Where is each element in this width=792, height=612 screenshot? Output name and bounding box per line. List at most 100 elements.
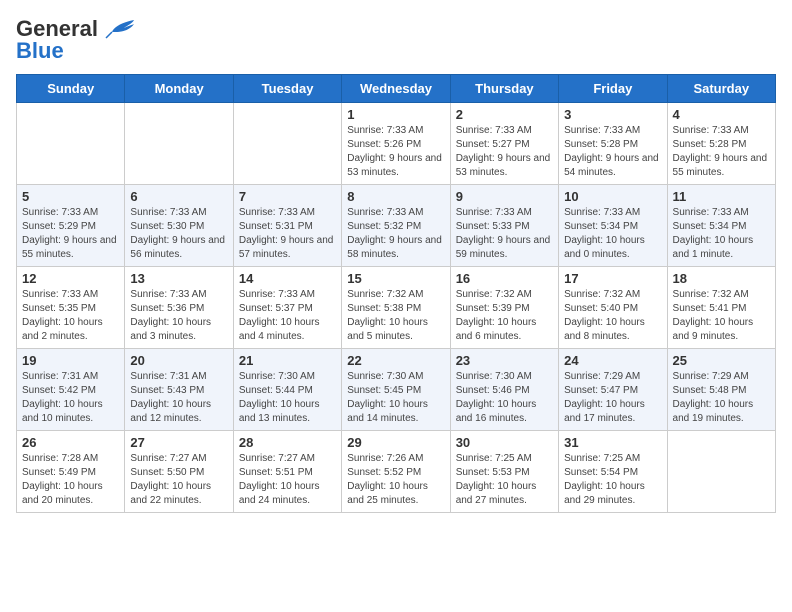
day-number: 1 bbox=[347, 107, 444, 122]
day-info: Sunrise: 7:33 AM Sunset: 5:34 PM Dayligh… bbox=[564, 206, 661, 262]
day-info: Sunrise: 7:33 AM Sunset: 5:30 PM Dayligh… bbox=[130, 206, 227, 262]
day-number: 20 bbox=[130, 353, 227, 368]
day-info: Sunrise: 7:33 AM Sunset: 5:36 PM Dayligh… bbox=[130, 288, 227, 344]
day-info: Sunrise: 7:33 AM Sunset: 5:31 PM Dayligh… bbox=[239, 206, 336, 262]
day-info: Sunrise: 7:33 AM Sunset: 5:26 PM Dayligh… bbox=[347, 124, 444, 180]
day-number: 25 bbox=[673, 353, 770, 368]
day-number: 24 bbox=[564, 353, 661, 368]
logo-bird-icon bbox=[104, 18, 136, 40]
calendar-week-row: 12Sunrise: 7:33 AM Sunset: 5:35 PM Dayli… bbox=[17, 267, 776, 349]
day-info: Sunrise: 7:33 AM Sunset: 5:37 PM Dayligh… bbox=[239, 288, 336, 344]
day-number: 5 bbox=[22, 189, 119, 204]
day-info: Sunrise: 7:30 AM Sunset: 5:46 PM Dayligh… bbox=[456, 370, 553, 426]
calendar-day-14: 14Sunrise: 7:33 AM Sunset: 5:37 PM Dayli… bbox=[233, 267, 341, 349]
weekday-header-sunday: Sunday bbox=[17, 75, 125, 103]
day-info: Sunrise: 7:26 AM Sunset: 5:52 PM Dayligh… bbox=[347, 452, 444, 508]
calendar-day-30: 30 Sunrise: 7:25 AM Sunset: 5:53 PM Dayli… bbox=[450, 431, 558, 513]
day-number: 4 bbox=[673, 107, 770, 122]
calendar-empty-cell bbox=[17, 103, 125, 185]
calendar-day-20: 20 Sunrise: 7:31 AM Sunset: 5:43 PM Dayli… bbox=[125, 349, 233, 431]
calendar-empty-cell bbox=[125, 103, 233, 185]
weekday-header-thursday: Thursday bbox=[450, 75, 558, 103]
day-info: Sunrise: 7:33 AM Sunset: 5:34 PM Dayligh… bbox=[673, 206, 770, 262]
weekday-header-wednesday: Wednesday bbox=[342, 75, 450, 103]
calendar-empty-cell bbox=[667, 431, 775, 513]
day-number: 28 bbox=[239, 435, 336, 450]
calendar-week-row: 5 Sunrise: 7:33 AM Sunset: 5:29 PM Daylig… bbox=[17, 185, 776, 267]
calendar-day-17: 17 Sunrise: 7:32 AM Sunset: 5:40 PM Dayli… bbox=[559, 267, 667, 349]
calendar-day-16: 16 Sunrise: 7:32 AM Sunset: 5:39 PM Dayli… bbox=[450, 267, 558, 349]
day-info: Sunrise: 7:33 AM Sunset: 5:27 PM Dayligh… bbox=[456, 124, 553, 180]
weekday-header-saturday: Saturday bbox=[667, 75, 775, 103]
calendar-empty-cell bbox=[233, 103, 341, 185]
day-number: 22 bbox=[347, 353, 444, 368]
day-number: 19 bbox=[22, 353, 119, 368]
calendar-day-6: 6 Sunrise: 7:33 AM Sunset: 5:30 PM Daylig… bbox=[125, 185, 233, 267]
day-info: Sunrise: 7:25 AM Sunset: 5:53 PM Dayligh… bbox=[456, 452, 553, 508]
day-number: 9 bbox=[456, 189, 553, 204]
calendar-day-10: 10 Sunrise: 7:33 AM Sunset: 5:34 PM Dayli… bbox=[559, 185, 667, 267]
logo-blue-text: Blue bbox=[16, 38, 64, 64]
day-number: 10 bbox=[564, 189, 661, 204]
day-number: 23 bbox=[456, 353, 553, 368]
calendar-day-7: 7Sunrise: 7:33 AM Sunset: 5:31 PM Daylig… bbox=[233, 185, 341, 267]
calendar-day-29: 29Sunrise: 7:26 AM Sunset: 5:52 PM Dayli… bbox=[342, 431, 450, 513]
calendar-day-21: 21 Sunrise: 7:30 AM Sunset: 5:44 PM Dayli… bbox=[233, 349, 341, 431]
weekday-header-monday: Monday bbox=[125, 75, 233, 103]
day-info: Sunrise: 7:32 AM Sunset: 5:39 PM Dayligh… bbox=[456, 288, 553, 344]
weekday-header-friday: Friday bbox=[559, 75, 667, 103]
calendar-day-23: 23 Sunrise: 7:30 AM Sunset: 5:46 PM Dayli… bbox=[450, 349, 558, 431]
day-info: Sunrise: 7:29 AM Sunset: 5:47 PM Dayligh… bbox=[564, 370, 661, 426]
day-info: Sunrise: 7:33 AM Sunset: 5:33 PM Dayligh… bbox=[456, 206, 553, 262]
calendar-day-25: 25 Sunrise: 7:29 AM Sunset: 5:48 PM Dayli… bbox=[667, 349, 775, 431]
day-number: 11 bbox=[673, 189, 770, 204]
calendar-day-13: 13 Sunrise: 7:33 AM Sunset: 5:36 PM Dayli… bbox=[125, 267, 233, 349]
day-info: Sunrise: 7:31 AM Sunset: 5:42 PM Dayligh… bbox=[22, 370, 119, 426]
day-number: 8 bbox=[347, 189, 444, 204]
day-info: Sunrise: 7:32 AM Sunset: 5:41 PM Dayligh… bbox=[673, 288, 770, 344]
calendar-day-24: 24 Sunrise: 7:29 AM Sunset: 5:47 PM Dayli… bbox=[559, 349, 667, 431]
day-number: 2 bbox=[456, 107, 553, 122]
day-number: 31 bbox=[564, 435, 661, 450]
calendar-week-row: 1 Sunrise: 7:33 AM Sunset: 5:26 PM Daylig… bbox=[17, 103, 776, 185]
calendar-day-27: 27 Sunrise: 7:27 AM Sunset: 5:50 PM Dayli… bbox=[125, 431, 233, 513]
calendar-day-3: 3 Sunrise: 7:33 AM Sunset: 5:28 PM Daylig… bbox=[559, 103, 667, 185]
weekday-header-row: SundayMondayTuesdayWednesdayThursdayFrid… bbox=[17, 75, 776, 103]
day-number: 6 bbox=[130, 189, 227, 204]
logo: General Blue bbox=[16, 16, 136, 64]
day-info: Sunrise: 7:33 AM Sunset: 5:29 PM Dayligh… bbox=[22, 206, 119, 262]
calendar-day-18: 18 Sunrise: 7:32 AM Sunset: 5:41 PM Dayli… bbox=[667, 267, 775, 349]
day-info: Sunrise: 7:29 AM Sunset: 5:48 PM Dayligh… bbox=[673, 370, 770, 426]
day-number: 16 bbox=[456, 271, 553, 286]
day-info: Sunrise: 7:30 AM Sunset: 5:45 PM Dayligh… bbox=[347, 370, 444, 426]
day-number: 21 bbox=[239, 353, 336, 368]
day-number: 12 bbox=[22, 271, 119, 286]
day-info: Sunrise: 7:27 AM Sunset: 5:51 PM Dayligh… bbox=[239, 452, 336, 508]
day-info: Sunrise: 7:27 AM Sunset: 5:50 PM Dayligh… bbox=[130, 452, 227, 508]
day-number: 13 bbox=[130, 271, 227, 286]
calendar-day-1: 1 Sunrise: 7:33 AM Sunset: 5:26 PM Daylig… bbox=[342, 103, 450, 185]
calendar-day-8: 8Sunrise: 7:33 AM Sunset: 5:32 PM Daylig… bbox=[342, 185, 450, 267]
day-info: Sunrise: 7:30 AM Sunset: 5:44 PM Dayligh… bbox=[239, 370, 336, 426]
day-number: 26 bbox=[22, 435, 119, 450]
calendar-day-9: 9 Sunrise: 7:33 AM Sunset: 5:33 PM Daylig… bbox=[450, 185, 558, 267]
day-info: Sunrise: 7:32 AM Sunset: 5:40 PM Dayligh… bbox=[564, 288, 661, 344]
calendar-week-row: 26 Sunrise: 7:28 AM Sunset: 5:49 PM Dayli… bbox=[17, 431, 776, 513]
calendar-day-31: 31Sunrise: 7:25 AM Sunset: 5:54 PM Dayli… bbox=[559, 431, 667, 513]
day-number: 18 bbox=[673, 271, 770, 286]
calendar-day-11: 11 Sunrise: 7:33 AM Sunset: 5:34 PM Dayli… bbox=[667, 185, 775, 267]
day-number: 3 bbox=[564, 107, 661, 122]
calendar-day-19: 19 Sunrise: 7:31 AM Sunset: 5:42 PM Dayli… bbox=[17, 349, 125, 431]
calendar-week-row: 19 Sunrise: 7:31 AM Sunset: 5:42 PM Dayli… bbox=[17, 349, 776, 431]
calendar-day-5: 5 Sunrise: 7:33 AM Sunset: 5:29 PM Daylig… bbox=[17, 185, 125, 267]
day-number: 27 bbox=[130, 435, 227, 450]
day-number: 17 bbox=[564, 271, 661, 286]
page-header: General Blue bbox=[16, 16, 776, 64]
day-info: Sunrise: 7:31 AM Sunset: 5:43 PM Dayligh… bbox=[130, 370, 227, 426]
day-info: Sunrise: 7:33 AM Sunset: 5:28 PM Dayligh… bbox=[564, 124, 661, 180]
calendar-table: SundayMondayTuesdayWednesdayThursdayFrid… bbox=[16, 74, 776, 513]
day-info: Sunrise: 7:28 AM Sunset: 5:49 PM Dayligh… bbox=[22, 452, 119, 508]
calendar-day-22: 22 Sunrise: 7:30 AM Sunset: 5:45 PM Dayli… bbox=[342, 349, 450, 431]
day-number: 30 bbox=[456, 435, 553, 450]
day-info: Sunrise: 7:32 AM Sunset: 5:38 PM Dayligh… bbox=[347, 288, 444, 344]
